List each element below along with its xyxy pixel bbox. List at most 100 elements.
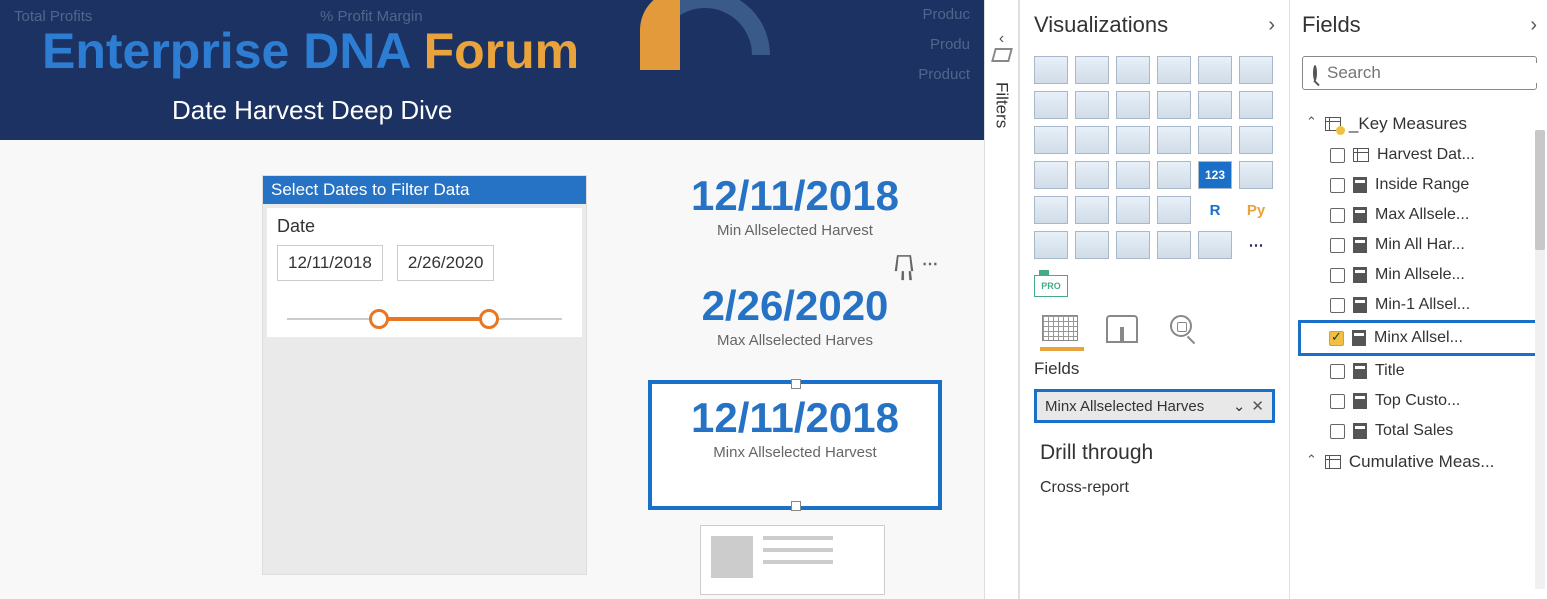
shape-map-icon[interactable] (1116, 161, 1150, 189)
measure-icon (1353, 267, 1367, 283)
checkbox[interactable] (1330, 238, 1345, 253)
measure-icon (1353, 237, 1367, 253)
checkbox[interactable] (1330, 148, 1345, 163)
placeholder-image-icon (711, 536, 753, 578)
checkbox[interactable] (1330, 394, 1345, 409)
line-clustered-col-icon[interactable] (1198, 91, 1232, 119)
eraser-icon[interactable] (991, 48, 1013, 62)
checkbox[interactable] (1330, 178, 1345, 193)
matrix-icon[interactable] (1157, 196, 1191, 224)
hundred-bar-icon[interactable] (1198, 56, 1232, 84)
column-icon (1353, 148, 1369, 162)
line-chart-icon[interactable] (1034, 91, 1068, 119)
field-max-allselected[interactable]: Max Allsele... (1302, 200, 1537, 230)
slicer-icon[interactable] (1075, 196, 1109, 224)
search-input[interactable] (1327, 63, 1547, 83)
placeholder-lines (763, 536, 833, 584)
field-minx-allselected-selected[interactable]: Minx Allsel... (1298, 320, 1541, 356)
scatter-chart-icon[interactable] (1116, 126, 1150, 154)
decomposition-tree-icon[interactable] (1075, 231, 1109, 259)
field-label: Max Allsele... (1375, 206, 1469, 224)
checkbox[interactable] (1330, 298, 1345, 313)
field-inside-range[interactable]: Inside Range (1302, 170, 1537, 200)
clustered-bar-icon[interactable] (1116, 56, 1150, 84)
kpi-icon[interactable] (1034, 196, 1068, 224)
field-title[interactable]: Title (1302, 356, 1537, 386)
slider-thumb-end[interactable] (479, 309, 499, 329)
checkbox[interactable] (1330, 364, 1345, 379)
date-slicer[interactable]: Select Dates to Filter Data Date 12/11/2… (262, 175, 587, 575)
expand-filters-icon[interactable]: ‹ (985, 30, 1018, 48)
paginated-report-icon[interactable] (1157, 231, 1191, 259)
measure-icon (1353, 177, 1367, 193)
date-range-slider[interactable] (287, 309, 562, 329)
ribbon-chart-icon[interactable] (1239, 91, 1273, 119)
field-top-customer[interactable]: Top Custo... (1302, 386, 1537, 416)
field-min-all-harvest[interactable]: Min All Har... (1302, 230, 1537, 260)
arcgis-icon[interactable] (1198, 231, 1232, 259)
measure-icon (1353, 393, 1367, 409)
cross-report-label: Cross-report (1040, 479, 1275, 497)
table-cumulative-measures[interactable]: ⌃ Cumulative Meas... (1302, 446, 1537, 478)
scrollbar-thumb[interactable] (1535, 130, 1545, 250)
field-well-item[interactable]: Minx Allselected Harves ⌄ ✕ (1034, 389, 1275, 423)
filled-map-icon[interactable] (1075, 161, 1109, 189)
table-icon[interactable] (1116, 196, 1150, 224)
fields-search[interactable] (1302, 56, 1537, 90)
fields-scrollbar[interactable] (1535, 130, 1545, 589)
field-harvest-date[interactable]: Harvest Dat... (1302, 140, 1537, 170)
map-icon[interactable] (1034, 161, 1068, 189)
card-minx-allselected-selected[interactable]: 12/11/2018 Minx Allselected Harvest (648, 380, 942, 510)
line-stacked-col-icon[interactable] (1157, 91, 1191, 119)
report-canvas[interactable]: Total Profits % Profit Margin Produc Pro… (0, 0, 984, 599)
checkbox[interactable] (1330, 268, 1345, 283)
donut-chart-icon[interactable] (1198, 126, 1232, 154)
stacked-bar-icon[interactable] (1034, 56, 1068, 84)
chevron-down-icon[interactable]: ⌄ (1233, 397, 1246, 415)
field-min1-allselected[interactable]: Min-1 Allsel... (1302, 290, 1537, 320)
table-key-measures[interactable]: ⌃ _Key Measures (1302, 108, 1537, 140)
stacked-area-icon[interactable] (1116, 91, 1150, 119)
key-influencers-icon[interactable] (1034, 231, 1068, 259)
stacked-column-icon[interactable] (1075, 56, 1109, 84)
filters-pane-collapsed[interactable]: ‹ Filters (984, 0, 1019, 599)
fields-tab[interactable] (1042, 315, 1082, 345)
format-tab[interactable] (1106, 315, 1146, 345)
card-min-allselected[interactable]: 12/11/2018 Min Allselected Harvest (650, 172, 940, 239)
checkbox[interactable] (1330, 208, 1345, 223)
slicer-title: Select Dates to Filter Data (263, 176, 586, 204)
python-visual-icon[interactable]: Py (1239, 196, 1273, 224)
gauge-icon[interactable] (1157, 161, 1191, 189)
multi-row-card-icon[interactable] (1239, 161, 1273, 189)
date-to-input[interactable]: 2/26/2020 (397, 245, 495, 281)
more-visuals-icon[interactable]: ⋯ (1239, 231, 1273, 259)
card-visual-icon[interactable]: 123 (1198, 161, 1232, 189)
checkbox[interactable] (1330, 424, 1345, 439)
clustered-column-icon[interactable] (1157, 56, 1191, 84)
slider-thumb-start[interactable] (369, 309, 389, 329)
qa-visual-icon[interactable] (1116, 231, 1150, 259)
field-total-sales[interactable]: Total Sales (1302, 416, 1537, 446)
date-range-inputs: 12/11/2018 2/26/2020 (277, 245, 572, 281)
funnel-chart-icon[interactable] (1075, 126, 1109, 154)
hundred-column-icon[interactable] (1239, 56, 1273, 84)
measure-icon (1353, 423, 1367, 439)
empty-visual-placeholder[interactable] (700, 525, 885, 595)
collapse-viz-icon[interactable]: › (1268, 14, 1275, 37)
card-max-allselected[interactable]: 2/26/2020 Max Allselected Harves ⋯ (650, 282, 940, 349)
more-options-icon[interactable]: ⋯ (922, 254, 940, 274)
checkbox-checked[interactable] (1329, 331, 1344, 346)
area-chart-icon[interactable] (1075, 91, 1109, 119)
waterfall-icon[interactable] (1034, 126, 1068, 154)
treemap-icon[interactable] (1239, 126, 1273, 154)
pie-chart-icon[interactable] (1157, 126, 1191, 154)
bg-label: Produ (930, 36, 970, 53)
filter-icon[interactable] (895, 255, 914, 271)
pro-badge-icon[interactable]: PRO (1034, 275, 1068, 297)
field-min-allselected[interactable]: Min Allsele... (1302, 260, 1537, 290)
analytics-tab[interactable] (1170, 315, 1210, 345)
remove-field-icon[interactable]: ✕ (1251, 397, 1264, 415)
date-from-input[interactable]: 12/11/2018 (277, 245, 383, 281)
collapse-fields-icon[interactable]: › (1530, 14, 1537, 37)
r-visual-icon[interactable]: R (1198, 196, 1232, 224)
